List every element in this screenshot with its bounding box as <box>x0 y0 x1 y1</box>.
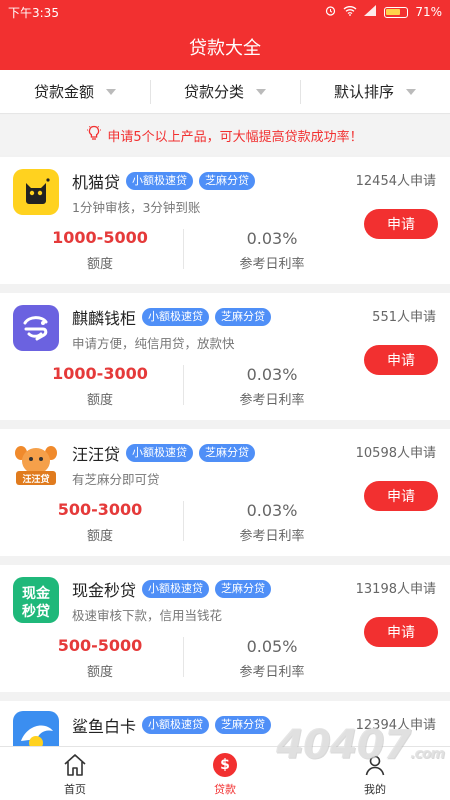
filter-loan-amount[interactable]: 贷款金额 <box>0 70 150 113</box>
xianjin-logo-icon: 现金 秒贷 <box>13 577 59 623</box>
loan-amount: 500-3000 <box>57 500 143 519</box>
filter-label: 贷款金额 <box>33 83 94 101</box>
filter-bar: 贷款金额 贷款分类 默认排序 <box>0 70 450 114</box>
product-name-row: 麒麟钱柜 小额极速贷 芝麻分贷 <box>72 305 272 329</box>
dollar-glyph: $ <box>213 752 237 777</box>
filter-sort[interactable]: 默认排序 <box>300 70 450 113</box>
apply-button[interactable]: 申请 <box>364 345 438 375</box>
filter-label: 贷款分类 <box>183 83 244 101</box>
xianjin-logo-line1: 现金 <box>22 585 51 602</box>
rate-label: 参考日利率 <box>239 529 305 544</box>
product-desc: 申请方便，纯信用贷，放款快 <box>72 336 235 351</box>
notice-banner: 申请5个以上产品，可大幅提高贷款成功率！ <box>0 115 450 155</box>
product-desc: 有芝麻分即可贷 <box>72 472 160 487</box>
page-title-bar: 贷款大全 <box>0 24 450 70</box>
watermark-text: 40407 <box>276 722 411 768</box>
tab-home[interactable]: 首页 <box>0 747 150 800</box>
caret-down-icon <box>106 88 116 95</box>
battery-icon <box>384 6 409 18</box>
applicant-count: 12454人申请 <box>355 174 436 189</box>
watermark-suffix: .com <box>410 746 445 762</box>
product-card[interactable]: 机猫贷 小额极速贷 芝麻分贷 12454人申请 1分钟审核，3分钟到账 1000… <box>0 157 450 284</box>
product-name: 麒麟钱柜 <box>72 309 137 328</box>
caret-down-icon <box>256 88 266 95</box>
divider <box>183 229 184 269</box>
divider <box>183 365 184 405</box>
battery-level: 71% <box>415 5 442 19</box>
status-time: 下午3:35 <box>8 5 59 20</box>
shayu-logo-icon <box>13 711 59 746</box>
tab-label: 我的 <box>364 782 386 796</box>
qilin-logo-icon <box>13 305 59 351</box>
wangwang-logo-icon: 汪汪贷 <box>13 441 59 487</box>
product-desc: 1分钟审核，3分钟到账 <box>72 200 201 215</box>
product-name-row: 机猫贷 小额极速贷 芝麻分贷 <box>72 169 256 193</box>
product-tag: 芝麻分贷 <box>199 444 256 462</box>
status-bar: 下午3:35 71% <box>0 0 450 24</box>
notice-text: 申请5个以上产品，可大幅提高贷款成功率！ <box>107 129 363 145</box>
tab-label: 首页 <box>64 782 86 796</box>
wifi-icon <box>343 5 357 19</box>
watermark: 40407.com <box>276 722 445 768</box>
product-name: 汪汪贷 <box>72 445 121 464</box>
product-card[interactable]: 汪汪贷 汪汪贷 小额极速贷 芝麻分贷 10598人申请 有芝麻分即可贷 500-… <box>0 429 450 556</box>
product-name: 机猫贷 <box>72 173 121 192</box>
dollar-icon: $ <box>213 751 237 779</box>
home-icon <box>62 751 88 779</box>
product-tag: 芝麻分贷 <box>215 580 272 598</box>
amount-label: 额度 <box>86 529 113 544</box>
lightbulb-icon <box>87 125 107 145</box>
rate-label: 参考日利率 <box>239 257 305 272</box>
loan-amount: 500-5000 <box>57 636 143 655</box>
tab-label: 贷款 <box>214 782 236 796</box>
loan-amount: 1000-5000 <box>52 228 148 247</box>
product-tag: 小额极速贷 <box>142 308 210 326</box>
xianjin-logo-line2: 秒贷 <box>22 603 50 620</box>
product-tag: 小额极速贷 <box>126 444 194 462</box>
rate-label: 参考日利率 <box>239 665 305 680</box>
loan-amount: 1000-3000 <box>52 364 148 383</box>
daily-rate: 0.05% <box>246 637 298 656</box>
jimao-logo-icon <box>13 169 59 215</box>
product-tag: 小额极速贷 <box>126 172 194 190</box>
product-tag: 芝麻分贷 <box>215 716 272 734</box>
daily-rate: 0.03% <box>246 229 298 248</box>
product-name-row: 现金秒贷 小额极速贷 芝麻分贷 <box>72 577 272 601</box>
caret-down-icon <box>406 88 416 95</box>
filter-label: 默认排序 <box>333 83 394 101</box>
product-tag: 芝麻分贷 <box>199 172 256 190</box>
daily-rate: 0.03% <box>246 365 298 384</box>
product-card[interactable]: 麒麟钱柜 小额极速贷 芝麻分贷 551人申请 申请方便，纯信用贷，放款快 100… <box>0 293 450 420</box>
amount-label: 额度 <box>86 393 113 408</box>
amount-label: 额度 <box>86 665 113 680</box>
apply-button[interactable]: 申请 <box>364 209 438 239</box>
applicant-count: 551人申请 <box>372 310 436 325</box>
amount-label: 额度 <box>86 257 113 272</box>
filter-loan-category[interactable]: 贷款分类 <box>150 70 300 113</box>
rate-label: 参考日利率 <box>239 393 305 408</box>
applicant-count: 13198人申请 <box>355 582 436 597</box>
applicant-count: 10598人申请 <box>355 446 436 461</box>
product-name: 鲨鱼白卡 <box>72 717 137 736</box>
daily-rate: 0.03% <box>246 501 298 520</box>
divider <box>183 501 184 541</box>
signal-icon <box>364 5 377 19</box>
page-title: 贷款大全 <box>189 38 261 59</box>
apply-button[interactable]: 申请 <box>364 617 438 647</box>
product-desc: 极速审核下款，信用当钱花 <box>72 608 223 623</box>
product-tag: 小额极速贷 <box>142 580 210 598</box>
divider <box>183 637 184 677</box>
alarm-icon <box>325 5 336 19</box>
product-name-row: 汪汪贷 小额极速贷 芝麻分贷 <box>72 441 256 465</box>
product-name: 现金秒贷 <box>72 581 137 600</box>
product-name-row: 鲨鱼白卡 小额极速贷 芝麻分贷 <box>72 713 272 737</box>
product-tag: 小额极速贷 <box>142 716 210 734</box>
product-tag: 芝麻分贷 <box>215 308 272 326</box>
apply-button[interactable]: 申请 <box>364 481 438 511</box>
wangwang-logo-text: 汪汪贷 <box>22 473 49 485</box>
product-card[interactable]: 现金 秒贷 现金秒贷 小额极速贷 芝麻分贷 13198人申请 极速审核下款，信用… <box>0 565 450 692</box>
